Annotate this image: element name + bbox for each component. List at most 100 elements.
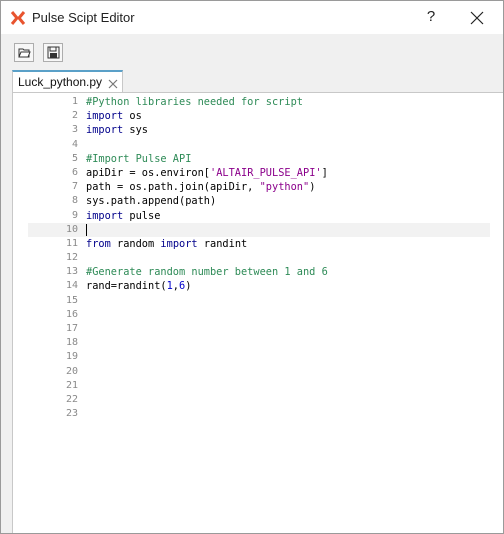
code-line[interactable]: 20 <box>28 365 490 379</box>
code-token: 'ALTAIR_PULSE_API' <box>210 166 322 179</box>
code-line[interactable]: 11 from random import randint <box>28 237 490 251</box>
line-number: 3 <box>71 124 78 136</box>
corner-stub <box>1 521 11 533</box>
code-text: #Python libraries needed for script <box>86 95 303 109</box>
code-token: import <box>86 124 124 137</box>
code-token: os <box>123 110 142 123</box>
code-token: #Python libraries needed for script <box>86 96 303 108</box>
code-token: ] <box>321 166 328 179</box>
text-caret <box>86 223 87 236</box>
code-line[interactable]: 17 <box>28 322 490 336</box>
code-token: from <box>86 237 111 250</box>
code-text: rand=randint(1,6) <box>86 279 191 293</box>
code-line[interactable]: 23 <box>28 407 490 421</box>
window-title: Pulse Scipt Editor <box>32 10 135 25</box>
title-bar[interactable]: Pulse Scipt Editor ? <box>1 1 503 34</box>
code-token: path = os.path.join(apiDir, <box>86 181 260 194</box>
code-line[interactable]: 13 #Generate random number between 1 and … <box>28 265 490 279</box>
code-token: ) <box>185 280 192 293</box>
code-line[interactable]: 6 apiDir = os.environ['ALTAIR_PULSE_API'] <box>28 166 490 180</box>
close-icon <box>470 11 484 25</box>
line-number: 22 <box>65 393 78 405</box>
close-icon <box>108 79 118 89</box>
code-text: #Import Pulse API <box>86 152 191 166</box>
script-editor-window: Pulse Scipt Editor ? Luck_python.py 1 #P… <box>0 0 504 534</box>
code-lines[interactable]: 1 #Python libraries needed for script 2 imp… <box>28 95 490 421</box>
line-number: 19 <box>65 351 78 363</box>
code-text: import pulse <box>86 209 160 223</box>
code-line[interactable]: 14 rand=randint(1,6) <box>28 279 490 293</box>
close-window-button[interactable] <box>463 6 491 30</box>
line-number: 16 <box>65 308 78 320</box>
open-folder-icon <box>18 48 31 58</box>
code-text: import sys <box>86 123 148 137</box>
code-line[interactable]: 18 <box>28 336 490 350</box>
code-token: randint <box>197 237 248 250</box>
code-editor[interactable]: 1 #Python libraries needed for script 2 imp… <box>28 95 490 520</box>
line-number: 21 <box>65 379 78 391</box>
code-line[interactable]: 15 <box>28 294 490 308</box>
line-number: 23 <box>65 408 78 420</box>
line-number: 18 <box>65 337 78 349</box>
line-number: 20 <box>65 365 78 377</box>
tab-luck-python[interactable]: Luck_python.py <box>12 70 123 92</box>
code-token: #Generate random number between 1 and 6 <box>86 266 328 279</box>
code-line[interactable]: 2 import os <box>28 109 490 123</box>
code-token: rand=randint( <box>86 280 167 293</box>
save-icon <box>47 46 60 59</box>
code-token: import <box>86 110 124 123</box>
code-token: pulse <box>123 209 161 222</box>
line-number: 11 <box>65 237 78 249</box>
code-line[interactable]: 16 <box>28 308 490 322</box>
line-number: 8 <box>71 195 78 207</box>
open-file-button[interactable] <box>14 43 34 62</box>
code-line[interactable]: 8 sys.path.append(path) <box>28 194 490 208</box>
code-line[interactable]: 3 import sys <box>28 123 490 137</box>
line-number: 7 <box>71 181 78 193</box>
line-number: 13 <box>65 266 78 278</box>
tab-close-button[interactable] <box>108 76 118 89</box>
code-text: apiDir = os.environ['ALTAIR_PULSE_API'] <box>86 166 328 180</box>
code-token: random <box>110 237 161 250</box>
line-number: 17 <box>65 323 78 334</box>
save-file-button[interactable] <box>43 43 63 62</box>
line-number: 10 <box>65 223 78 235</box>
code-token: sys <box>123 124 149 137</box>
pulse-app-icon <box>10 10 26 26</box>
code-line[interactable]: 4 <box>28 138 490 152</box>
line-number: 14 <box>65 280 78 292</box>
code-token: import <box>160 237 198 250</box>
code-text: sys.path.append(path) <box>86 194 216 208</box>
code-text: import os <box>86 109 142 123</box>
line-number: 5 <box>71 152 78 164</box>
help-button[interactable]: ? <box>419 4 443 30</box>
code-line[interactable]: 19 <box>28 350 490 364</box>
code-text: path = os.path.join(apiDir, "python") <box>86 180 315 194</box>
code-line[interactable]: 9 import pulse <box>28 209 490 223</box>
code-line[interactable]: 7 path = os.path.join(apiDir, "python") <box>28 180 490 194</box>
code-line[interactable]: 1 #Python libraries needed for script <box>28 95 490 109</box>
code-line[interactable]: 10 <box>28 222 490 237</box>
tab-bar: Luck_python.py <box>1 68 503 92</box>
line-number: 2 <box>71 110 78 122</box>
code-token: "python" <box>259 181 310 194</box>
code-text: #Generate random number between 1 and 6 <box>86 265 328 279</box>
code-token: #Import Pulse API <box>86 152 192 165</box>
code-line[interactable]: 5 #Import Pulse API <box>28 152 490 166</box>
line-number: 12 <box>65 252 78 264</box>
code-token: sys.path.append(path) <box>86 195 217 208</box>
code-line[interactable]: 22 <box>28 393 490 407</box>
code-line[interactable]: 21 <box>28 379 490 393</box>
line-number: 9 <box>71 209 78 221</box>
code-token: apiDir = os.environ[ <box>86 166 210 179</box>
code-text: from random import randint <box>86 237 247 251</box>
line-number: 15 <box>65 294 78 306</box>
toolbar <box>1 34 503 68</box>
code-line[interactable]: 12 <box>28 251 490 265</box>
tab-label: Luck_python.py <box>18 75 103 89</box>
line-number: 4 <box>71 138 78 150</box>
line-number: 6 <box>71 166 78 178</box>
code-token: import <box>86 209 124 222</box>
line-number: 1 <box>71 96 78 107</box>
code-token: ) <box>309 181 316 194</box>
